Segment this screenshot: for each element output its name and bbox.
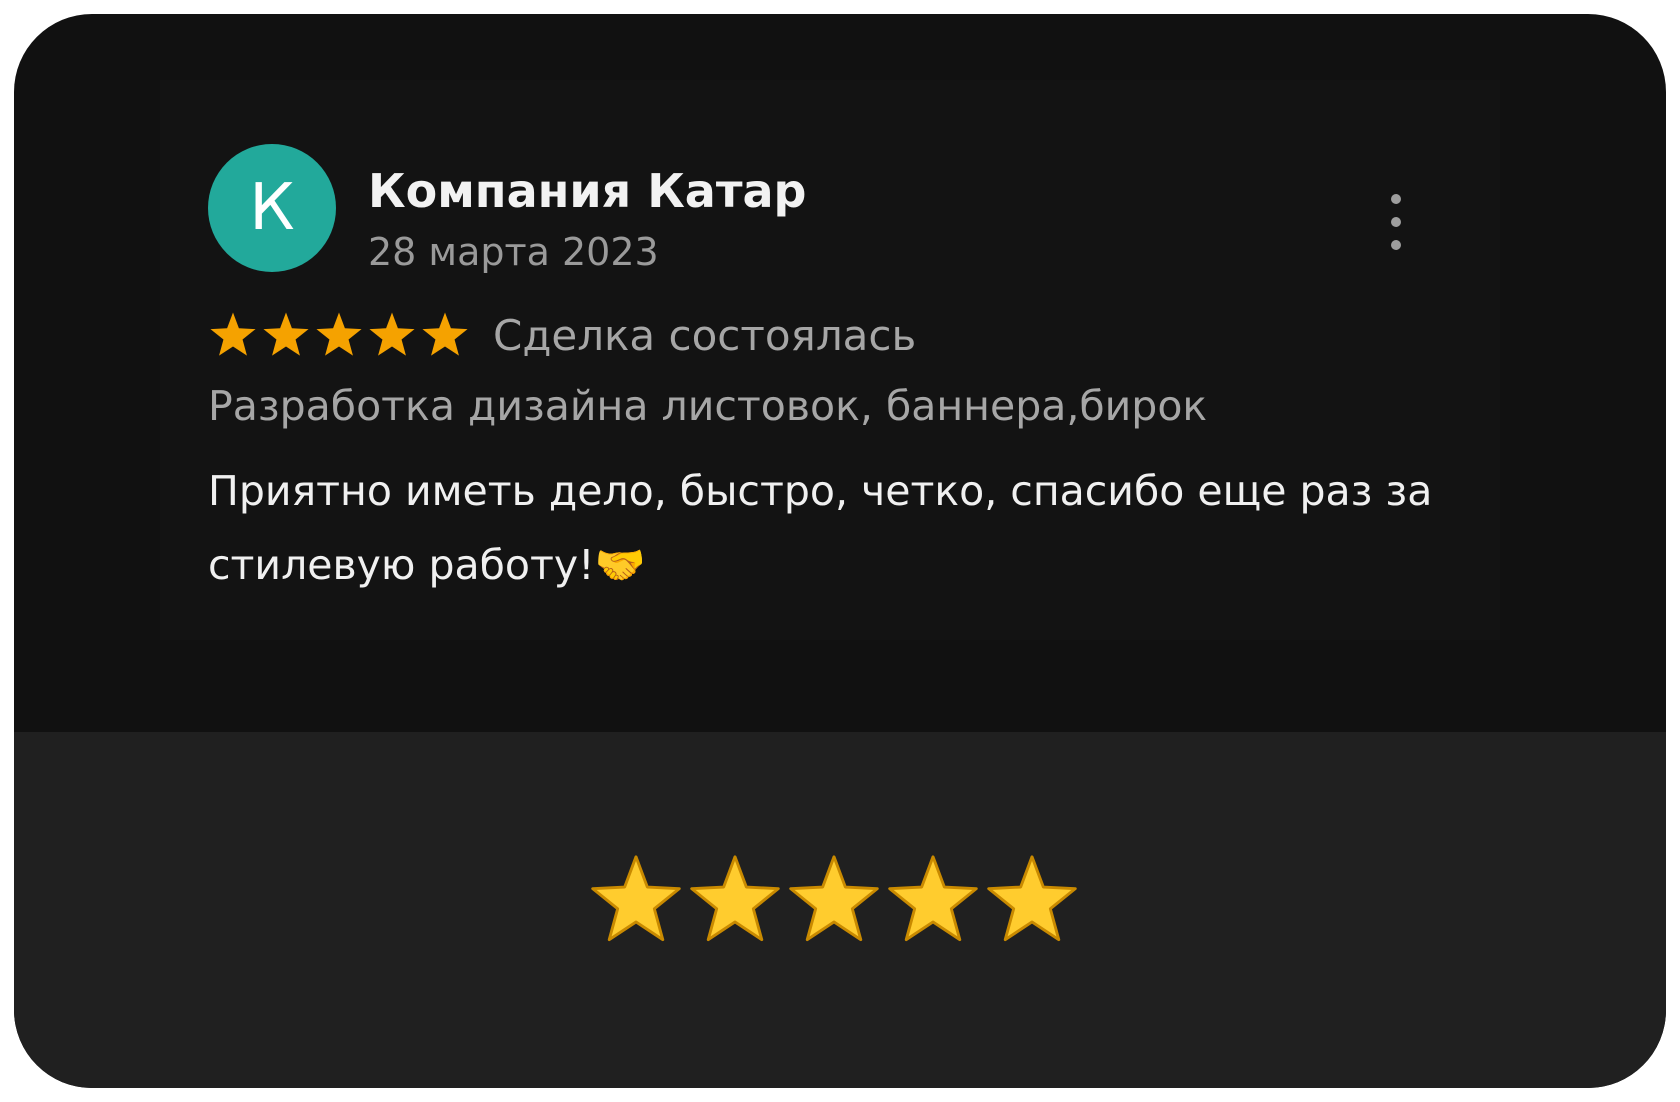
author-name[interactable]: Компания Катар: [368, 164, 806, 218]
star-icon: [987, 855, 1077, 942]
more-vertical-icon: [1391, 194, 1401, 204]
avatar: К: [208, 144, 336, 272]
star-icon: [316, 312, 362, 356]
star-icon: [369, 312, 415, 356]
deal-status: Сделка состоялась: [493, 310, 917, 360]
star-icon: [263, 312, 309, 356]
review-date: 28 марта 2023: [368, 230, 659, 274]
star-icon: [591, 855, 681, 942]
star-icon: [690, 855, 780, 942]
rating-row: Сделка состоялась: [208, 310, 916, 360]
summary-rating-stars: [588, 852, 1083, 948]
avatar-letter: К: [249, 171, 295, 245]
star-icon: [888, 855, 978, 942]
more-options-button[interactable]: [1376, 194, 1416, 250]
service-title: Разработка дизайна листовок, баннера,бир…: [208, 382, 1208, 430]
review-comment: Приятно иметь дело, быстро, четко, спаси…: [208, 467, 1433, 589]
review-rating-stars: [208, 310, 473, 360]
more-vertical-icon: [1391, 217, 1401, 227]
star-icon: [210, 312, 256, 356]
star-icon: [422, 312, 468, 356]
more-vertical-icon: [1391, 240, 1401, 250]
star-icon: [789, 855, 879, 942]
